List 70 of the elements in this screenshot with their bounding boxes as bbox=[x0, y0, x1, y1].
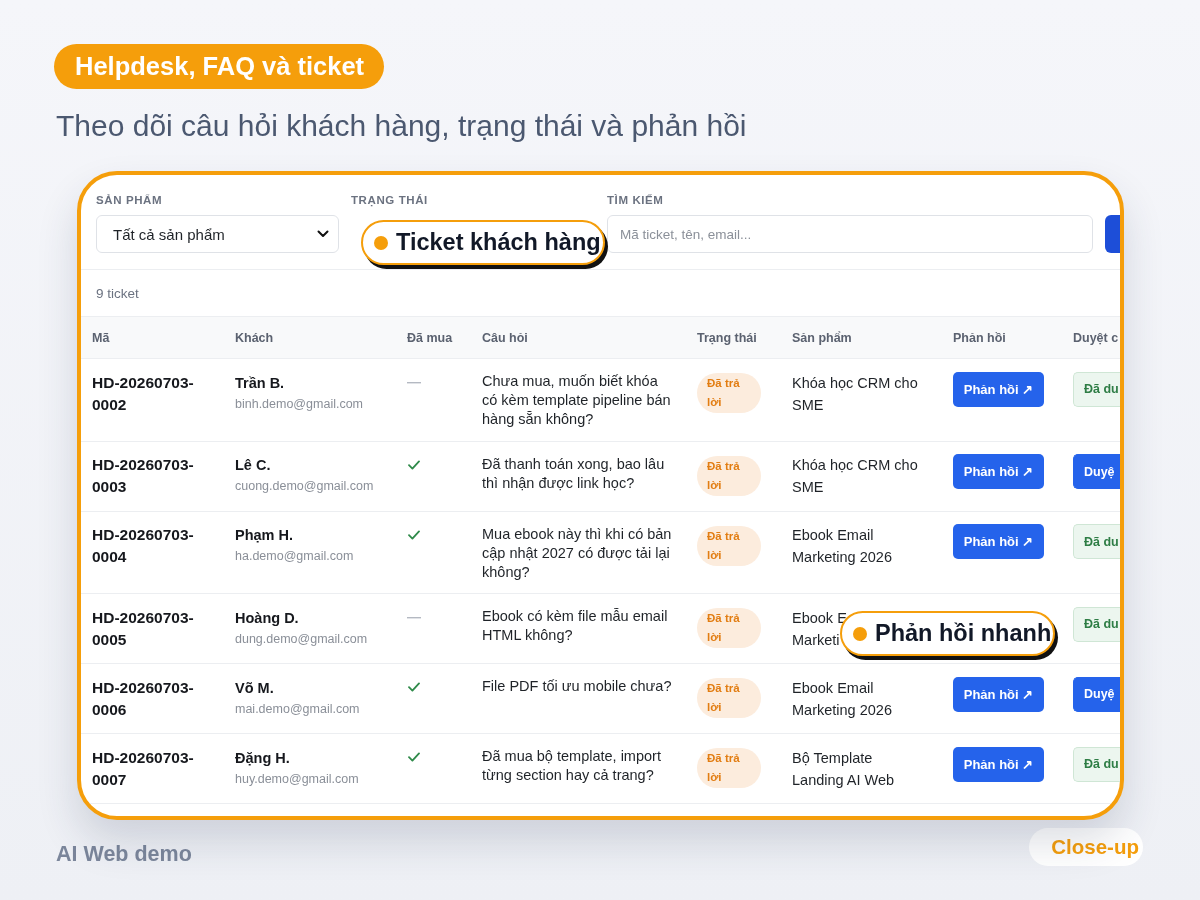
dot-icon bbox=[374, 235, 388, 250]
callout-text: Phản hồi nhanh bbox=[875, 620, 1052, 647]
closeup-tag: Close-up bbox=[1029, 828, 1143, 866]
ticket-count: 9 ticket bbox=[96, 285, 139, 301]
filter-label: TRẠNG THÁI bbox=[351, 193, 428, 207]
customer-email: cuong.demo@gmail.com bbox=[235, 478, 374, 495]
column-header: Khách bbox=[224, 316, 396, 359]
customer-email: dung.demo@gmail.com bbox=[235, 630, 368, 648]
status-badge: Đã trả lời bbox=[697, 678, 761, 718]
product-name: Khóa học CRM cho SME bbox=[792, 373, 919, 415]
question-text: File PDF tối ưu mobile chưa? bbox=[482, 677, 672, 696]
customer-name: Đặng H. bbox=[235, 746, 290, 769]
product-name: Ebook Email Marketing 2026 bbox=[792, 678, 893, 720]
ticket-id: HD-20260703-0002 bbox=[81, 358, 224, 441]
status-badge: Đã trả lời bbox=[697, 525, 761, 566]
column-header: Mã bbox=[81, 316, 224, 359]
customer-name: Hoàng D. bbox=[235, 606, 299, 629]
approved-button[interactable]: Đã du bbox=[1073, 606, 1120, 642]
column-header: Câu hỏi bbox=[471, 316, 686, 359]
title-badge: Helpdesk, FAQ và ticket bbox=[54, 44, 385, 89]
chevron-down-icon bbox=[317, 230, 329, 238]
column-header: Duyệt c bbox=[1062, 316, 1120, 359]
product-name: Bộ Template Landing AI Web bbox=[792, 748, 896, 790]
callout-text: Ticket khách hàng bbox=[396, 229, 601, 256]
customer-name: Võ M. bbox=[235, 676, 274, 699]
brand-text: AI Web demo bbox=[56, 842, 192, 866]
column-header: Phản hồi bbox=[942, 316, 1062, 359]
column-header: Đã mua bbox=[396, 316, 471, 359]
filter-label: SẢN PHẨM bbox=[96, 193, 163, 207]
customer-name: Trần B. bbox=[235, 371, 285, 394]
status-badge: Đã trả lời bbox=[697, 455, 761, 496]
ticket-id: HD-20260703-0004 bbox=[81, 511, 224, 594]
product-name: Khóa học CRM cho SME bbox=[792, 456, 919, 497]
ticket-id: HD-20260703-0006 bbox=[81, 663, 224, 734]
customer-email: huy.demo@gmail.com bbox=[235, 770, 359, 788]
reply-button[interactable]: Phản hồi ↗ bbox=[953, 676, 1044, 712]
filter-label: TÌM KIẾM bbox=[607, 193, 664, 207]
dot-icon bbox=[853, 626, 867, 641]
customer-email: binh.demo@gmail.com bbox=[235, 395, 364, 413]
customer-email: mai.demo@gmail.com bbox=[235, 700, 360, 718]
filter-button[interactable] bbox=[1105, 215, 1120, 253]
approved-button[interactable]: Đã du bbox=[1073, 524, 1120, 559]
column-header: Sản phẩm bbox=[781, 316, 942, 359]
approve-button[interactable]: Duyệ bbox=[1073, 454, 1120, 489]
customer-name: Phạm H. bbox=[235, 524, 293, 546]
question-text: Mua ebook này thì khi có bản cập nhật 2027 có được tải lại không? bbox=[482, 524, 672, 582]
approve-button[interactable]: Duyệ bbox=[1073, 676, 1120, 712]
question-text: Chưa mua, muốn biết khóa có kèm template pipeline bán hàng sẵn không? bbox=[482, 372, 672, 429]
ticket-id: HD-20260703-0007 bbox=[81, 733, 224, 804]
status-badge: Đã trả lời bbox=[697, 748, 761, 788]
ticket-id: HD-20260703-0005 bbox=[81, 593, 224, 664]
reply-button[interactable]: Phản hồi ↗ bbox=[953, 371, 1044, 407]
approved-button[interactable]: Đã du bbox=[1073, 746, 1120, 782]
question-text: Đã thanh toán xong, bao lâu thì nhận được link học? bbox=[482, 454, 666, 493]
approved-button[interactable]: Đã du bbox=[1073, 371, 1120, 407]
ticket-id: HD-20260703-0003 bbox=[81, 441, 224, 511]
product-name: Ebook Email Marketing 2026 bbox=[792, 526, 893, 567]
column-header: Trạng thái bbox=[686, 316, 781, 359]
status-badge: Đã trả lời bbox=[697, 608, 761, 648]
question-text: Ebook có kèm file mẫu email HTML không? bbox=[482, 607, 669, 645]
subtitle: Theo dõi câu hỏi khách hàng, trạng thái và phản hồi bbox=[56, 109, 747, 143]
product-select[interactable]: Tất cả sản phẩm bbox=[96, 215, 339, 253]
status-badge: Đã trả lời bbox=[697, 373, 761, 413]
reply-button[interactable]: Phản hồi ↗ bbox=[953, 746, 1044, 782]
reply-button[interactable]: Phản hồi ↗ bbox=[953, 454, 1044, 489]
search-field[interactable]: Mã ticket, tên, email... bbox=[607, 215, 1093, 253]
reply-button[interactable]: Phản hồi ↗ bbox=[953, 524, 1044, 559]
customer-name: Lê C. bbox=[235, 454, 271, 476]
question-text: Đã mua bộ template, import từng section hay cả trang? bbox=[482, 747, 662, 785]
customer-email: ha.demo@gmail.com bbox=[235, 548, 354, 565]
